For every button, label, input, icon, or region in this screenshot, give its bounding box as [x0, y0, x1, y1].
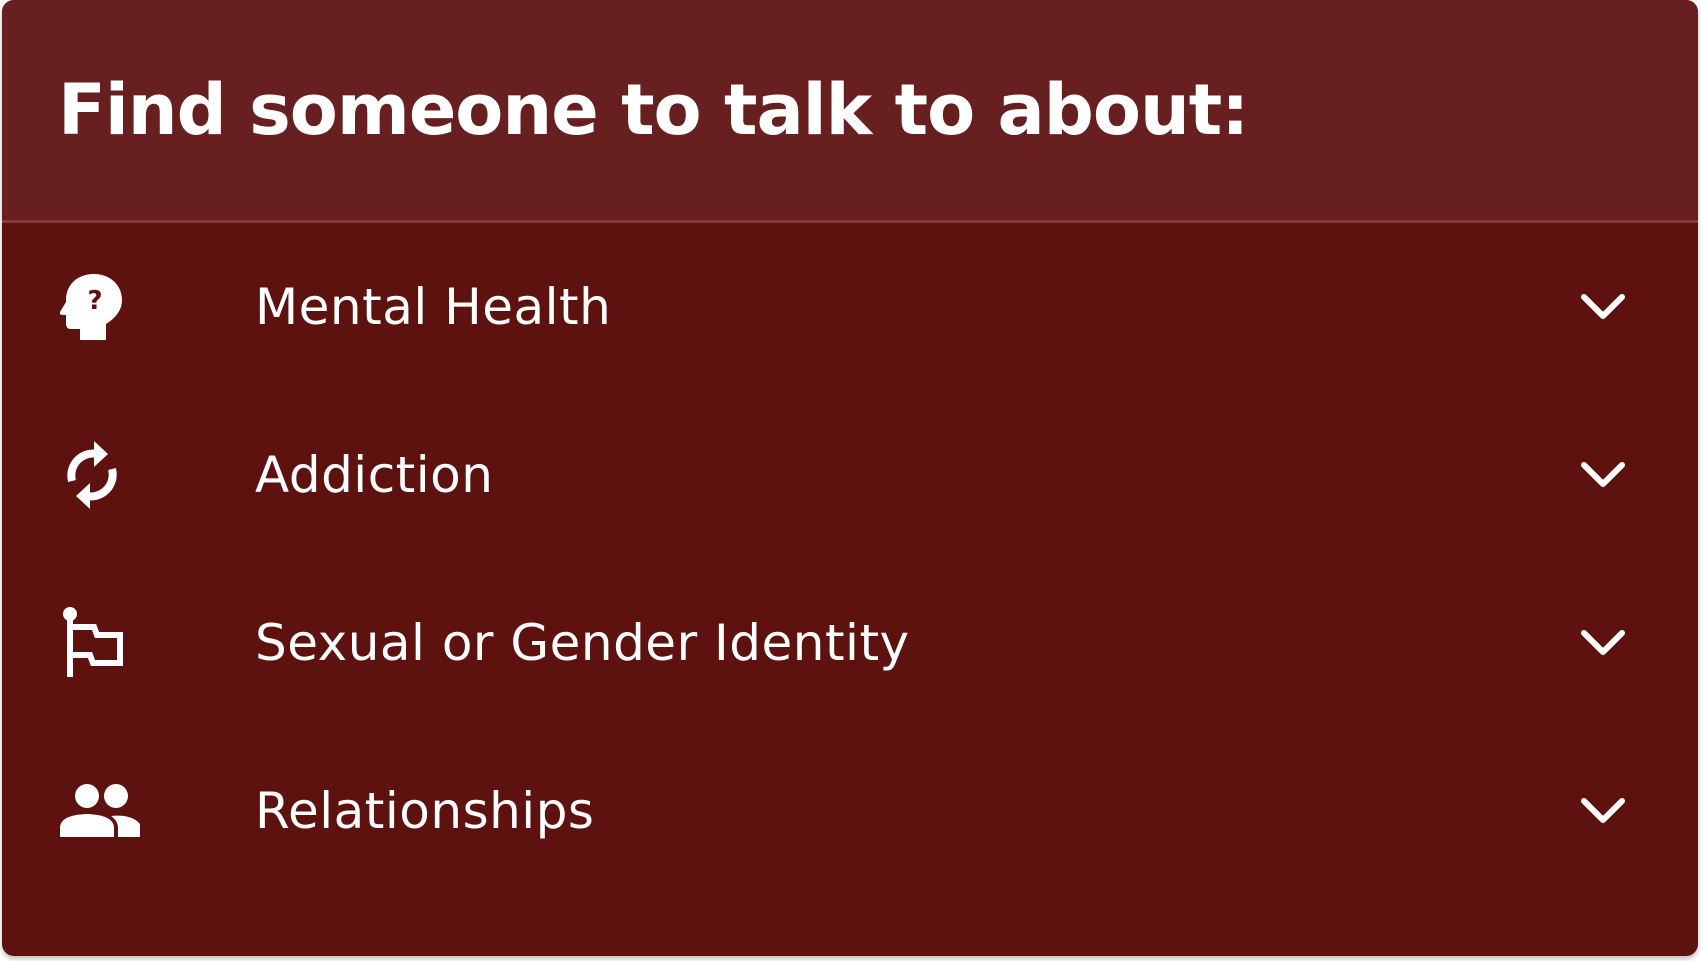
svg-text:?: ? [87, 286, 102, 316]
chevron-down-icon[interactable] [1576, 616, 1630, 670]
accordion-item-label: Mental Health [255, 278, 612, 336]
head-question-icon: ? [60, 267, 140, 347]
card-title: Find someone to talk to about: [58, 69, 1249, 151]
chevron-down-icon[interactable] [1576, 280, 1630, 334]
accordion-item-addiction[interactable]: Addiction [2, 391, 1698, 559]
people-icon [60, 771, 140, 851]
cycle-arrows-icon [60, 435, 140, 515]
accordion-item-label: Sexual or Gender Identity [255, 614, 910, 672]
chevron-down-icon[interactable] [1576, 784, 1630, 838]
accordion-item-label: Relationships [255, 782, 595, 840]
accordion-item-sexual-gender-identity[interactable]: Sexual or Gender Identity [2, 559, 1698, 727]
chevron-down-icon[interactable] [1576, 448, 1630, 502]
accordion-item-label: Addiction [255, 446, 494, 504]
accordion-item-mental-health[interactable]: ? Mental Health [2, 223, 1698, 391]
flag-icon [60, 603, 140, 683]
accordion-item-relationships[interactable]: Relationships [2, 727, 1698, 895]
card-header: Find someone to talk to about: [2, 0, 1698, 223]
support-topics-card: Find someone to talk to about: ? Mental … [2, 0, 1698, 956]
